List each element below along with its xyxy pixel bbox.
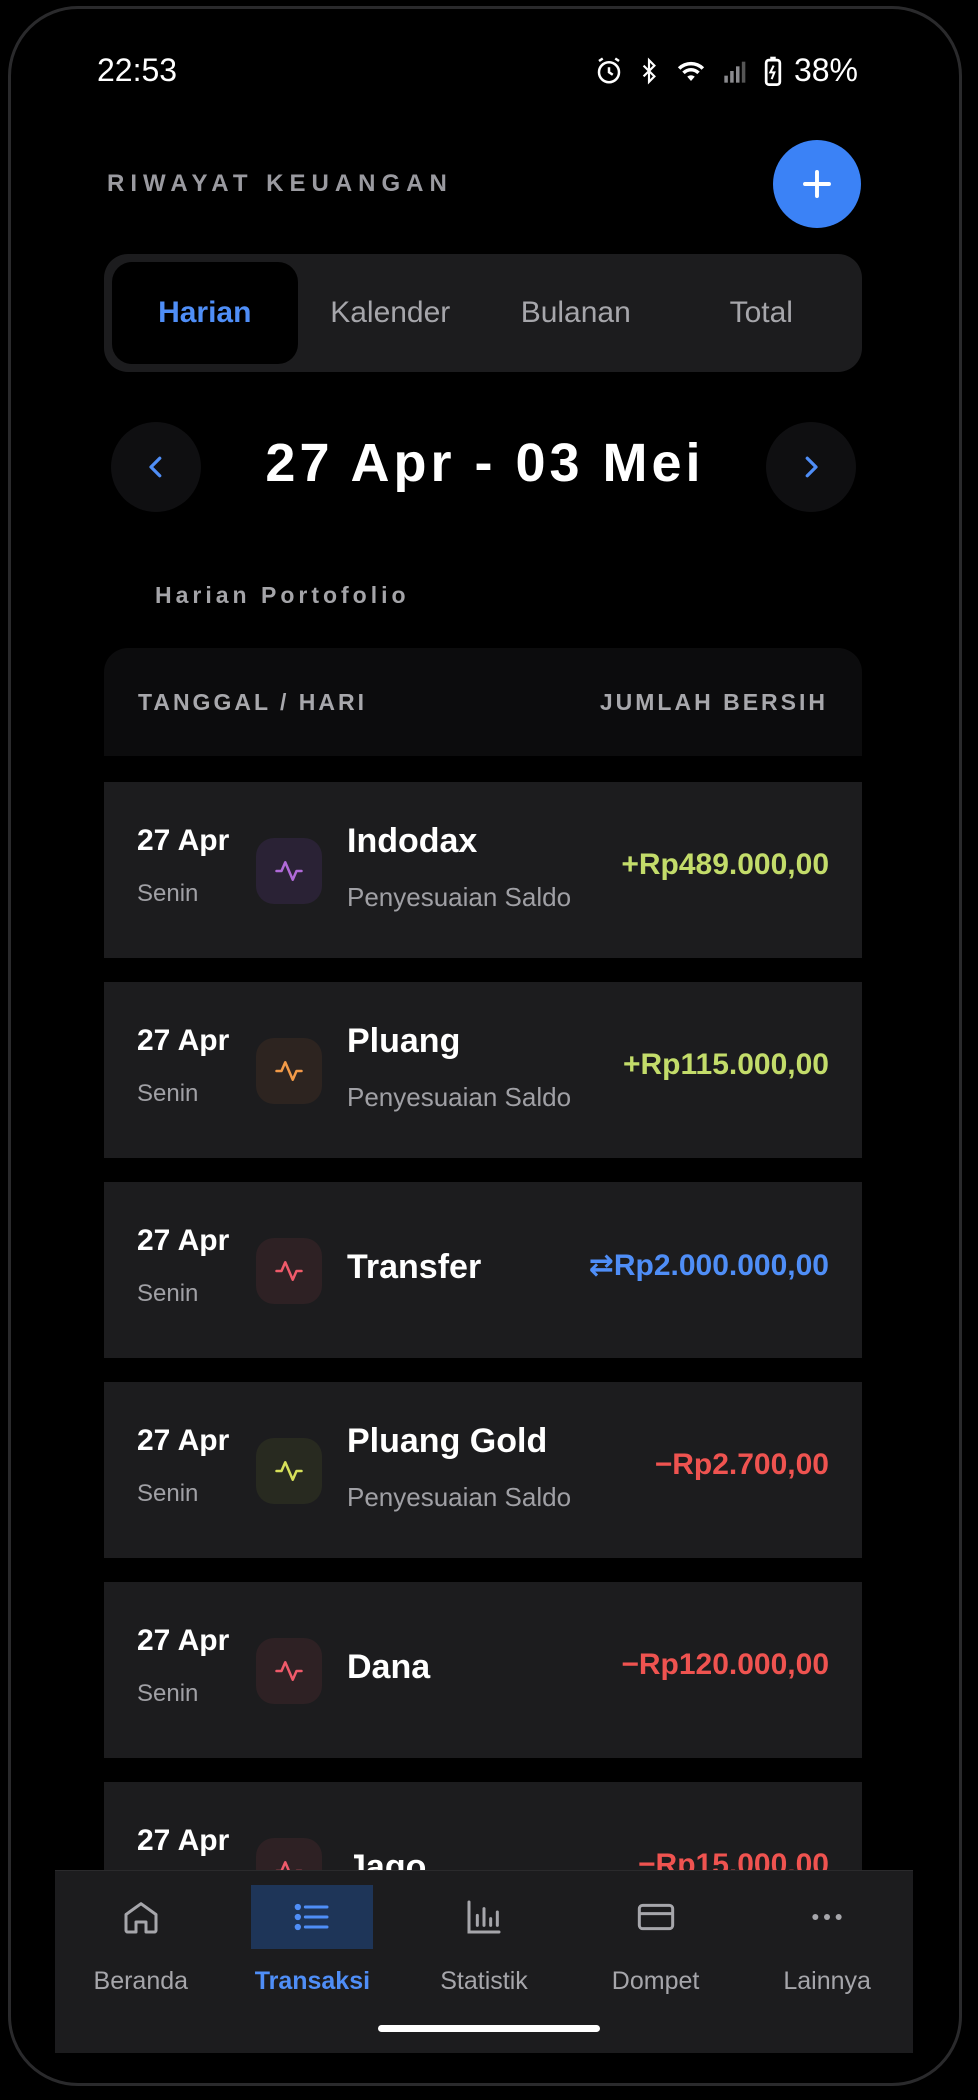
activity-icon [256,1838,322,1870]
tab-total[interactable]: Total [669,262,855,364]
nav-beranda[interactable]: Beranda [55,1871,227,2053]
row-date: 27 Apr [137,1224,230,1257]
bar-chart-icon [467,1900,501,1934]
date-range: 27 Apr - 03 Mei [265,433,705,493]
row-amount: +Rp489.000,00 [621,848,829,881]
battery-icon [764,56,782,86]
column-date: TANGGAL / HARI [138,688,367,715]
nav-label: Dompet [611,1967,700,1995]
bluetooth-icon [636,56,662,86]
plus-icon [803,170,831,198]
row-amount: +Rp115.000,00 [622,1048,829,1081]
wifi-icon [674,56,708,86]
row-day: Senin [137,1480,199,1507]
row-description: Penyesuaian Saldo [347,882,572,912]
home-indicator[interactable] [378,2025,600,2032]
activity-icon [256,1238,322,1304]
signal-icon [720,57,752,85]
status-time: 22:53 [97,52,178,88]
page-title: RIWAYAT KEUANGAN [107,170,453,197]
nav-label: Statistik [440,1967,528,1995]
add-button[interactable] [773,140,861,228]
table-header: TANGGAL / HARI JUMLAH BERSIH [104,648,862,756]
transaction-row[interactable]: 27 Apr Senin Transfer ⇄Rp2.000.000,00 [104,1182,862,1358]
transaction-row[interactable]: 27 Apr Senin Indodax Penyesuaian Saldo +Rp48… [104,782,862,958]
nav-lainnya[interactable]: Lainnya [741,1871,913,2053]
list-icon [295,1903,329,1931]
tab-harian[interactable]: Harian [112,262,298,364]
row-amount: −Rp120.000,00 [621,1648,829,1681]
row-account-name: Pluang Gold [347,1422,548,1460]
transaction-row[interactable]: 27 AprSeninJago−Rp15.000,00 [104,1782,862,1870]
battery-percent: 38% [793,52,858,88]
row-date: 27 Apr [137,1824,230,1857]
chevron-right-icon [805,456,818,478]
row-day: Senin [137,1280,199,1307]
nav-label: Beranda [93,1967,189,1995]
row-amount: ⇄Rp2.000.000,00 [588,1249,829,1282]
row-date: 27 Apr [137,1624,230,1657]
home-icon [124,1902,158,1934]
row-description: Penyesuaian Saldo [347,1482,572,1512]
nav-label: Lainnya [783,1967,871,1995]
row-day: Senin [137,1080,199,1107]
row-amount: −Rp2.700,00 [654,1448,829,1481]
nav-label: Transaksi [254,1967,371,1995]
row-account-name: Dana [347,1648,431,1686]
transaction-row[interactable]: 27 Apr Senin Dana −Rp120.000,00 [104,1582,862,1758]
row-date: 27 Apr [137,824,230,857]
status-icons: 38% [594,52,858,89]
nav-transaksi[interactable]: Transaksi [227,1871,399,2053]
activity-icon [256,838,322,904]
row-amount: −Rp15.000,00 [638,1848,829,1870]
row-account-name: Pluang [347,1022,461,1060]
activity-icon [256,1638,322,1704]
activity-icon [256,1038,322,1104]
column-amount: JUMLAH BERSIH [599,688,828,715]
more-icon [812,1914,842,1920]
row-description: Penyesuaian Saldo [347,1082,572,1112]
row-account-name: Jago [347,1848,427,1870]
alarm-icon [594,56,624,86]
transaction-row[interactable]: 27 Apr Senin Pluang Gold Penyesuaian Saldo −… [104,1382,862,1558]
transaction-list: 27 Apr Senin Indodax Penyesuaian Saldo +Rp48… [104,782,862,1870]
section-label: Harian Portofolio [155,582,410,608]
wallet-icon [637,1903,674,1931]
view-tabs: Harian Kalender Bulanan Total [104,254,862,372]
row-date: 27 Apr [137,1024,230,1057]
row-account-name: Indodax [347,822,478,860]
row-day: Senin [137,880,199,907]
row-date: 27 Apr [137,1424,230,1457]
next-week-button[interactable] [766,422,856,512]
tab-kalender[interactable]: Kalender [298,262,484,364]
transaction-row[interactable]: 27 Apr Senin Pluang Penyesuaian Saldo +Rp115… [104,982,862,1158]
row-day: Senin [137,1680,199,1707]
tab-bulanan[interactable]: Bulanan [483,262,669,364]
row-account-name: Transfer [347,1248,482,1286]
activity-icon [256,1438,322,1504]
